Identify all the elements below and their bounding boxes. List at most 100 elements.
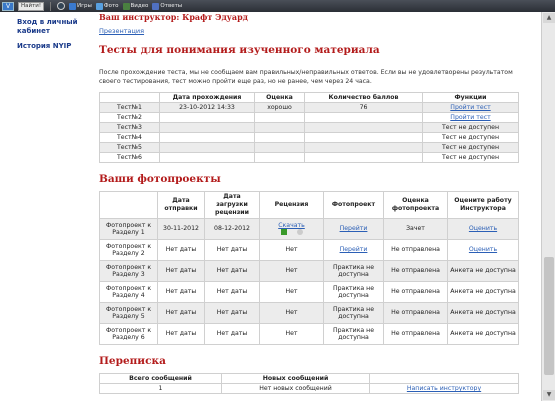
toolbar-search-button[interactable]: Найти! bbox=[18, 1, 44, 11]
toolbar-divider bbox=[50, 1, 51, 11]
test-date bbox=[159, 122, 255, 133]
photos-table: Дата отправки Дата загрузки рецензии Рец… bbox=[99, 191, 519, 345]
download-review-link[interactable]: Скачать bbox=[278, 222, 305, 229]
new-messages: Нет новых сообщений bbox=[221, 383, 370, 394]
test-grade bbox=[254, 132, 305, 143]
photo-project-name: Фотопроект к Разделу 1 bbox=[99, 218, 158, 240]
project-status: Практика не доступна bbox=[323, 281, 384, 303]
open-project-link[interactable]: Перейти bbox=[340, 225, 368, 232]
table-row: Тест№6 Тест не доступен bbox=[99, 152, 519, 163]
rate-instructor-link-cell: Оценить bbox=[447, 239, 519, 261]
test-score bbox=[304, 112, 423, 123]
test-date bbox=[159, 112, 255, 123]
review-status: Нет bbox=[259, 239, 324, 261]
take-test-link-cell: Пройти тест bbox=[422, 112, 519, 123]
rate-instructor-link[interactable]: Оценить bbox=[469, 246, 497, 253]
sidebar-item-login[interactable]: Вход в личный кабинет bbox=[17, 18, 97, 36]
test-score bbox=[304, 122, 423, 133]
test-grade: хорошо bbox=[254, 102, 305, 113]
search-icon[interactable] bbox=[57, 2, 65, 10]
open-project-link[interactable]: Перейти bbox=[340, 246, 368, 253]
scrollbar-thumb[interactable] bbox=[544, 257, 554, 375]
table-header-row: Дата отправки Дата загрузки рецензии Рец… bbox=[99, 191, 519, 219]
project-grade: Не отправлена bbox=[383, 302, 448, 324]
test-score bbox=[304, 132, 423, 143]
toolbar-item-video[interactable]: Видео bbox=[122, 2, 149, 10]
rate-instructor-link[interactable]: Оценить bbox=[469, 225, 497, 232]
toolbar-item-label: Видео bbox=[130, 3, 149, 9]
sent-date: Нет даты bbox=[157, 281, 205, 303]
test-grade bbox=[254, 112, 305, 123]
test-status: Тест не доступен bbox=[422, 152, 519, 163]
test-name: Тест№2 bbox=[99, 112, 160, 123]
main-content: Ваш инструктор: Крафт Эдуард Презентация… bbox=[99, 12, 519, 394]
sent-date: Нет даты bbox=[157, 302, 205, 324]
take-test-link[interactable]: Пройти тест bbox=[450, 104, 490, 111]
table-row: Фотопроект к Разделу 2 Нет даты Нет даты Не… bbox=[99, 239, 519, 261]
info-icon[interactable] bbox=[296, 229, 303, 235]
column-header: Фотопроект bbox=[323, 191, 384, 219]
project-grade: Зачет bbox=[383, 218, 448, 240]
test-date bbox=[159, 142, 255, 153]
write-instructor-link[interactable]: Написать инструктору bbox=[407, 385, 481, 392]
table-row: Тест№4 Тест не доступен bbox=[99, 132, 519, 143]
toolbar-item-label: Игры bbox=[77, 3, 92, 9]
toolbar-logo-icon[interactable]: V bbox=[2, 1, 14, 11]
photo-project-name: Фотопроект к Разделу 3 bbox=[99, 260, 158, 282]
test-name: Тест№5 bbox=[99, 142, 160, 153]
photo-project-name: Фотопроект к Разделу 5 bbox=[99, 302, 158, 324]
scroll-up-icon[interactable]: ▲ bbox=[543, 13, 555, 23]
test-name: Тест№3 bbox=[99, 122, 160, 133]
rate-status: Анкета не доступна bbox=[447, 260, 519, 282]
toolbar-item-label: Фото bbox=[103, 3, 119, 9]
project-status: Практика не доступна bbox=[323, 323, 384, 345]
play-icon[interactable] bbox=[280, 229, 287, 235]
test-score: 76 bbox=[304, 102, 423, 113]
table-row: Фотопроект к Разделу 3 Нет даты Нет даты Не… bbox=[99, 260, 519, 282]
project-status: Практика не доступна bbox=[323, 302, 384, 324]
sidebar-item-history[interactable]: История NYIP bbox=[17, 42, 97, 51]
open-project-link-cell: Перейти bbox=[323, 218, 384, 240]
project-grade: Не отправлена bbox=[383, 281, 448, 303]
review-status: Нет bbox=[259, 260, 324, 282]
presentation-link[interactable]: Презентация bbox=[99, 27, 519, 35]
column-header: Новых сообщений bbox=[221, 373, 370, 384]
scroll-down-icon[interactable]: ▼ bbox=[543, 390, 555, 400]
test-score bbox=[304, 142, 423, 153]
toolbar-item-answers[interactable]: Ответы bbox=[152, 2, 182, 10]
project-status: Практика не доступна bbox=[323, 260, 384, 282]
review-status: Нет bbox=[259, 302, 324, 324]
column-header: Дата прохождения bbox=[159, 92, 255, 103]
tests-section-title: Тесты для понимания изученного материала bbox=[99, 44, 380, 56]
photo-project-name: Фотопроект к Разделу 6 bbox=[99, 323, 158, 345]
test-name: Тест№1 bbox=[99, 102, 160, 113]
review-status: Нет bbox=[259, 281, 324, 303]
test-grade bbox=[254, 142, 305, 153]
sent-date: Нет даты bbox=[157, 260, 205, 282]
take-test-link[interactable]: Пройти тест bbox=[450, 114, 490, 121]
review-cell: Скачать bbox=[259, 218, 324, 240]
video-icon bbox=[122, 2, 130, 10]
test-score bbox=[304, 152, 423, 163]
table-row: Тест№5 Тест не доступен bbox=[99, 142, 519, 153]
column-header: Оценка bbox=[254, 92, 305, 103]
photo-project-name: Фотопроект к Разделу 4 bbox=[99, 281, 158, 303]
tests-intro-text: После прохождение теста, мы не сообщаем … bbox=[99, 69, 513, 85]
review-date: Нет даты bbox=[204, 302, 260, 324]
vertical-scrollbar[interactable]: ▲ ▼ bbox=[541, 12, 555, 401]
toolbar-item-photo[interactable]: Фото bbox=[95, 2, 119, 10]
toolbar-item-games[interactable]: Игры bbox=[69, 2, 92, 10]
column-header bbox=[99, 92, 160, 103]
project-grade: Не отправлена bbox=[383, 323, 448, 345]
test-grade bbox=[254, 152, 305, 163]
table-header-row: Дата прохождения Оценка Количество балло… bbox=[99, 92, 519, 103]
review-date: 08-12-2012 bbox=[204, 218, 260, 240]
column-header: Дата загрузки рецензии bbox=[204, 191, 260, 219]
take-test-link-cell: Пройти тест bbox=[422, 102, 519, 113]
table-row: Фотопроект к Разделу 6 Нет даты Нет даты Не… bbox=[99, 323, 519, 345]
open-project-link-cell: Перейти bbox=[323, 239, 384, 261]
sidebar: Вход в личный кабинет История NYIP bbox=[17, 18, 97, 57]
project-grade: Не отправлена bbox=[383, 239, 448, 261]
sent-date: 30-11-2012 bbox=[157, 218, 205, 240]
review-date: Нет даты bbox=[204, 281, 260, 303]
